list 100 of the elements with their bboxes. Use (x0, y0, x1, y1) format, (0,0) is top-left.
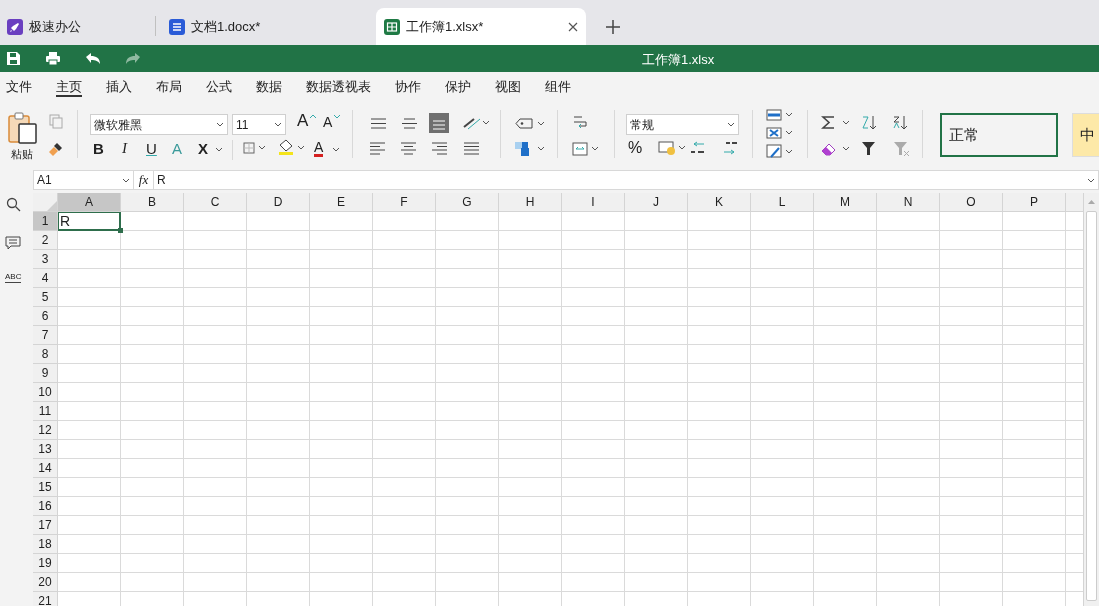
insert-cells-icon[interactable] (766, 109, 794, 121)
row-header[interactable]: 19 (33, 554, 58, 573)
row-header[interactable]: 3 (33, 250, 58, 269)
align-center-icon[interactable] (401, 142, 416, 155)
column-header[interactable]: B (121, 193, 184, 212)
column-header[interactable]: H (499, 193, 562, 212)
align-top-icon[interactable] (371, 118, 386, 129)
italic-button[interactable]: I (122, 141, 127, 156)
print-icon[interactable] (45, 51, 61, 66)
name-box[interactable]: A1 (33, 170, 134, 190)
column-header[interactable]: E (310, 193, 373, 212)
formula-input[interactable]: R (154, 170, 1099, 190)
menu-tab[interactable]: 组件 (545, 75, 571, 97)
scrollbar[interactable] (1083, 193, 1099, 606)
menu-tab[interactable]: 插入 (106, 75, 132, 97)
column-header[interactable]: N (877, 193, 940, 212)
tab[interactable]: 文档1.docx* (161, 8, 371, 45)
row-header[interactable]: 6 (33, 307, 58, 326)
column-header[interactable]: M (814, 193, 877, 212)
row-header[interactable]: 10 (33, 383, 58, 402)
column-header[interactable]: F (373, 193, 436, 212)
new-tab-icon[interactable] (606, 20, 620, 34)
align-bottom-icon[interactable] (429, 113, 449, 133)
row-header[interactable]: 16 (33, 497, 58, 516)
active-cell-border[interactable] (58, 212, 121, 231)
table-cell[interactable]: R (58, 212, 73, 230)
scroll-thumb[interactable] (1086, 211, 1097, 601)
format-painter-icon[interactable] (48, 141, 64, 157)
cell-style[interactable]: 正常 (940, 113, 1058, 157)
wrap-text-icon[interactable] (572, 114, 588, 130)
justify-icon[interactable] (464, 142, 479, 155)
row-header[interactable]: 4 (33, 269, 58, 288)
row-header[interactable]: 1 (33, 212, 58, 231)
column-header[interactable]: I (562, 193, 625, 212)
tag-icon[interactable] (515, 118, 545, 129)
row-header[interactable]: 17 (33, 516, 58, 535)
column-header[interactable]: P (1003, 193, 1066, 212)
column-header[interactable]: O (940, 193, 1003, 212)
filter-icon[interactable] (861, 141, 876, 156)
row-header[interactable]: 8 (33, 345, 58, 364)
font-name-select[interactable]: 微软雅黑 (90, 114, 228, 135)
merge-cells-icon[interactable] (572, 142, 600, 156)
row-header[interactable]: 7 (33, 326, 58, 345)
comment-icon[interactable] (5, 236, 21, 251)
number-format-select[interactable]: 常规 (626, 114, 739, 135)
bold-button[interactable]: B (93, 141, 104, 156)
eraser-icon[interactable] (820, 142, 852, 156)
sort-descending-icon[interactable] (892, 114, 909, 131)
subscript-button[interactable]: X (198, 141, 208, 156)
row-header[interactable]: 5 (33, 288, 58, 307)
sort-ascending-icon[interactable] (861, 114, 878, 131)
column-header[interactable]: G (436, 193, 499, 212)
row-header[interactable]: 13 (33, 440, 58, 459)
menu-tab[interactable]: 公式 (206, 75, 232, 97)
redo-icon[interactable] (125, 52, 141, 65)
row-header[interactable]: 11 (33, 402, 58, 421)
shrink-font-button[interactable]: A (323, 115, 333, 129)
paste-icon[interactable] (8, 112, 38, 144)
tab[interactable]: 工作簿1.xlsx* (376, 8, 586, 45)
font-size-select[interactable]: 11 (232, 114, 286, 135)
save-icon[interactable] (6, 51, 21, 66)
cell-style[interactable]: 中 (1072, 113, 1099, 157)
menu-tab[interactable]: 布局 (156, 75, 182, 97)
function-button[interactable]: fx (134, 170, 154, 190)
spellcheck-button[interactable]: ABC (5, 273, 22, 283)
percent-button[interactable]: % (628, 140, 643, 156)
menu-tab[interactable]: 文件 (6, 75, 32, 97)
cell-style-icon[interactable] (515, 142, 545, 156)
column-header[interactable]: A (58, 193, 121, 212)
column-header[interactable]: D (247, 193, 310, 212)
align-right-icon[interactable] (432, 142, 447, 155)
cell-grid[interactable]: R (58, 212, 1083, 606)
row-header[interactable]: 18 (33, 535, 58, 554)
underline-button[interactable]: U (146, 141, 157, 156)
align-middle-icon[interactable] (402, 118, 417, 129)
align-left-icon[interactable] (370, 142, 385, 155)
row-header[interactable]: 9 (33, 364, 58, 383)
increase-decimal-icon[interactable] (689, 140, 706, 156)
menu-tab[interactable]: 视图 (495, 75, 521, 97)
autosum-icon[interactable] (821, 115, 851, 130)
row-header[interactable]: 20 (33, 573, 58, 592)
undo-icon[interactable] (85, 52, 101, 65)
font-color-button[interactable]: A (314, 140, 324, 157)
menu-tab[interactable]: 主页 (56, 75, 82, 97)
row-header[interactable]: 15 (33, 478, 58, 497)
borders-icon[interactable] (243, 142, 267, 154)
decrease-decimal-icon[interactable] (722, 140, 739, 156)
delete-cells-icon[interactable] (766, 127, 794, 139)
text-orientation-icon[interactable] (462, 115, 490, 131)
search-icon[interactable] (6, 197, 21, 212)
fill-handle[interactable] (118, 228, 123, 233)
menu-tab[interactable]: 保护 (445, 75, 471, 97)
fill-color-icon[interactable] (277, 138, 305, 156)
grow-font-button[interactable]: A (297, 112, 309, 129)
menu-tab[interactable]: 数据透视表 (306, 75, 371, 97)
row-header[interactable]: 14 (33, 459, 58, 478)
row-header[interactable]: 2 (33, 231, 58, 250)
column-header[interactable]: L (751, 193, 814, 212)
tab[interactable]: 极速办公 (0, 8, 155, 45)
menu-tab[interactable]: 数据 (256, 75, 282, 97)
